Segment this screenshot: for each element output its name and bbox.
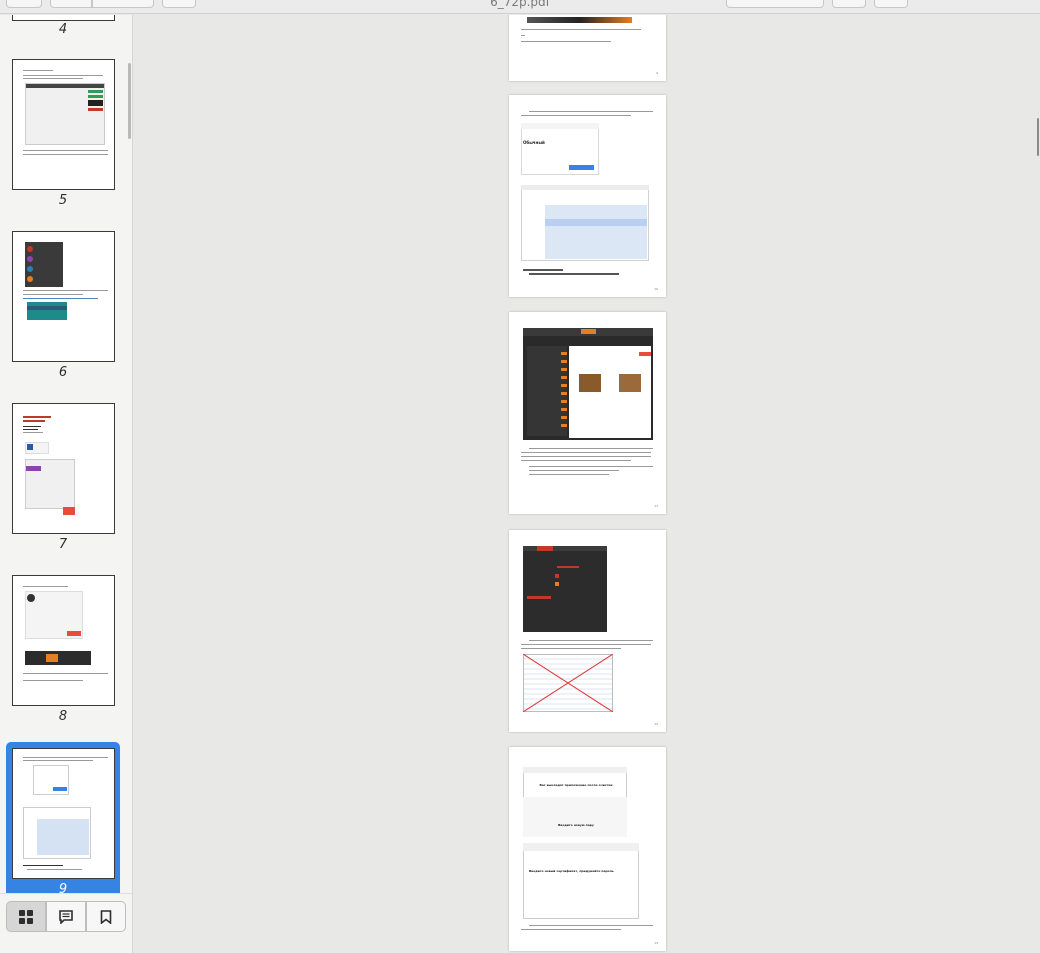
thumbnail-item-selected[interactable]: 9 xyxy=(6,742,120,907)
document-page: 12 xyxy=(509,530,666,732)
thumbnails-view-button[interactable] xyxy=(6,901,46,932)
document-scrollbar[interactable] xyxy=(1037,118,1039,156)
thumbnail-item[interactable]: 4 xyxy=(6,15,120,40)
page-heading: Обычный xyxy=(523,140,545,145)
search-button[interactable] xyxy=(832,0,866,8)
thumbnail-item[interactable]: 8 xyxy=(6,575,120,725)
document-page: Вас выкладят приложение после очистки Вв… xyxy=(509,747,666,951)
comments-icon xyxy=(59,909,73,924)
thumbnail-page-number: 4 xyxy=(58,22,68,37)
thumbnail-item[interactable]: 6 xyxy=(6,231,120,381)
thumbnail-page-image xyxy=(12,575,115,706)
page-number-label: 11 xyxy=(654,504,658,508)
page-screenshot-caption: Введите новую пару xyxy=(558,823,594,827)
thumbnails-grid-icon xyxy=(19,909,33,924)
thumbnail-page-image xyxy=(12,15,115,21)
page-screenshot-caption: Введите новый сертификат, придумайте пар… xyxy=(529,869,614,873)
annotations-view-button[interactable] xyxy=(46,901,86,932)
page-number-label: 9 xyxy=(656,71,658,75)
document-page: 11 xyxy=(509,312,666,514)
page-number-label: 12 xyxy=(654,722,658,726)
bookmark-icon xyxy=(100,909,112,924)
menu-button[interactable] xyxy=(874,0,908,8)
zoom-select[interactable] xyxy=(726,0,824,8)
thumbnail-page-number: 8 xyxy=(58,709,68,724)
sidebar-scrollbar[interactable] xyxy=(128,63,131,139)
thumbnail-page-number: 7 xyxy=(58,537,68,552)
sidebar-view-switcher xyxy=(0,893,132,938)
document-page: Обычный 10 xyxy=(509,95,666,297)
thumbnail-item[interactable]: 7 xyxy=(6,403,120,553)
header-bar: 6_72p.pdf xyxy=(0,0,1040,14)
document-view[interactable]: 9 Обычный 10 11 12 Вас выкладят приложен… xyxy=(134,15,1040,953)
page-number-label: 10 xyxy=(654,287,658,291)
thumbnail-page-number: 6 xyxy=(58,365,68,380)
page-screenshot-caption: Вас выкладят приложение после очистки xyxy=(539,783,613,787)
thumbnail-page-image xyxy=(12,403,115,534)
page-number-label: 13 xyxy=(654,941,658,945)
thumbnail-page-image xyxy=(12,748,115,879)
thumbnail-page-image xyxy=(12,59,115,190)
bookmarks-view-button[interactable] xyxy=(86,901,126,932)
thumbnail-page-image xyxy=(12,231,115,362)
thumbnail-sidebar: 4 5 6 7 8 9 xyxy=(0,15,133,953)
thumbnail-page-number: 5 xyxy=(58,193,68,208)
thumbnail-item[interactable]: 5 xyxy=(6,59,120,209)
document-page: 9 xyxy=(509,15,666,81)
